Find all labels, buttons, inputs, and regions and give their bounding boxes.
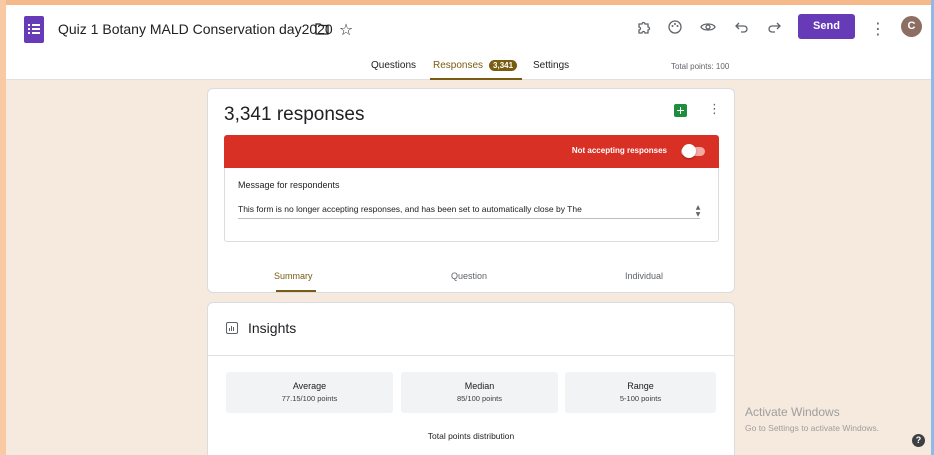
responses-count-badge: 3,341 [489,60,518,71]
folder-icon[interactable] [312,20,332,40]
main-tabs: Questions Responses 3,341 Settings Total … [6,58,931,80]
message-label: Message for respondents [238,180,340,190]
sheets-icon[interactable] [674,104,687,117]
subtab-individual[interactable]: Individual [625,271,663,281]
tab-responses[interactable]: Responses 3,341 [433,60,518,71]
palette-icon[interactable] [665,19,685,39]
star-icon[interactable]: ☆ [336,20,356,40]
app-header: Quiz 1 Botany MALD Conservation day2020 … [6,5,931,80]
preview-eye-icon[interactable] [698,19,718,39]
undo-icon[interactable] [732,19,752,39]
textarea-underline [238,218,700,219]
active-tab-indicator [430,78,522,80]
google-forms-logo-icon[interactable] [24,16,44,43]
not-accepting-banner: Not accepting responses [224,135,719,168]
avatar[interactable]: C [901,16,922,37]
send-button[interactable]: Send [798,14,855,39]
stat-label: Range [627,381,654,391]
stat-value: 5-100 points [619,394,662,403]
insights-card: Insights Average 77.15/100 points Median… [207,302,735,455]
active-subtab-indicator [276,290,316,292]
respondent-message-box: Message for respondents This form is no … [224,168,719,242]
stat-label: Average [292,381,327,391]
stat-range: Range 5-100 points [565,372,716,413]
subtab-summary[interactable]: Summary [274,271,313,281]
redo-icon[interactable] [764,19,784,39]
textarea-scroll-arrows-icon[interactable]: ▲ ▼ [694,204,702,218]
help-icon[interactable]: ? [912,434,925,447]
more-vert-icon[interactable]: ⋮ [868,19,888,39]
activate-windows-title: Activate Windows [745,405,840,419]
puzzle-icon[interactable] [634,19,654,39]
stat-median: Median 85/100 points [401,372,558,413]
tab-settings[interactable]: Settings [533,60,569,71]
stat-value: 77.15/100 points [281,394,338,403]
more-vert-icon[interactable]: ⋮ [708,102,721,118]
toggle-knob[interactable] [682,144,696,158]
stat-value: 85/100 points [456,394,503,403]
tab-responses-label: Responses [433,60,484,71]
distribution-title: Total points distribution [427,431,515,441]
message-textarea[interactable]: This form is no longer accepting respons… [238,204,678,218]
responses-card: 3,341 responses ⋮ Not accepting response… [207,88,735,293]
insights-title: Insights [248,320,297,336]
stat-label: Median [464,381,495,391]
accepting-responses-label: Not accepting responses [571,146,667,155]
tab-questions[interactable]: Questions [371,60,416,71]
insights-chart-icon [226,322,238,334]
form-title[interactable]: Quiz 1 Botany MALD Conservation day2020 [58,21,333,37]
subtab-question[interactable]: Question [451,271,487,281]
responses-count-title: 3,341 responses [224,104,365,125]
divider [208,355,734,356]
total-points: Total points: 100 [671,62,730,71]
stat-average: Average 77.15/100 points [226,372,393,413]
activate-windows-subtitle: Go to Settings to activate Windows. [745,423,880,433]
